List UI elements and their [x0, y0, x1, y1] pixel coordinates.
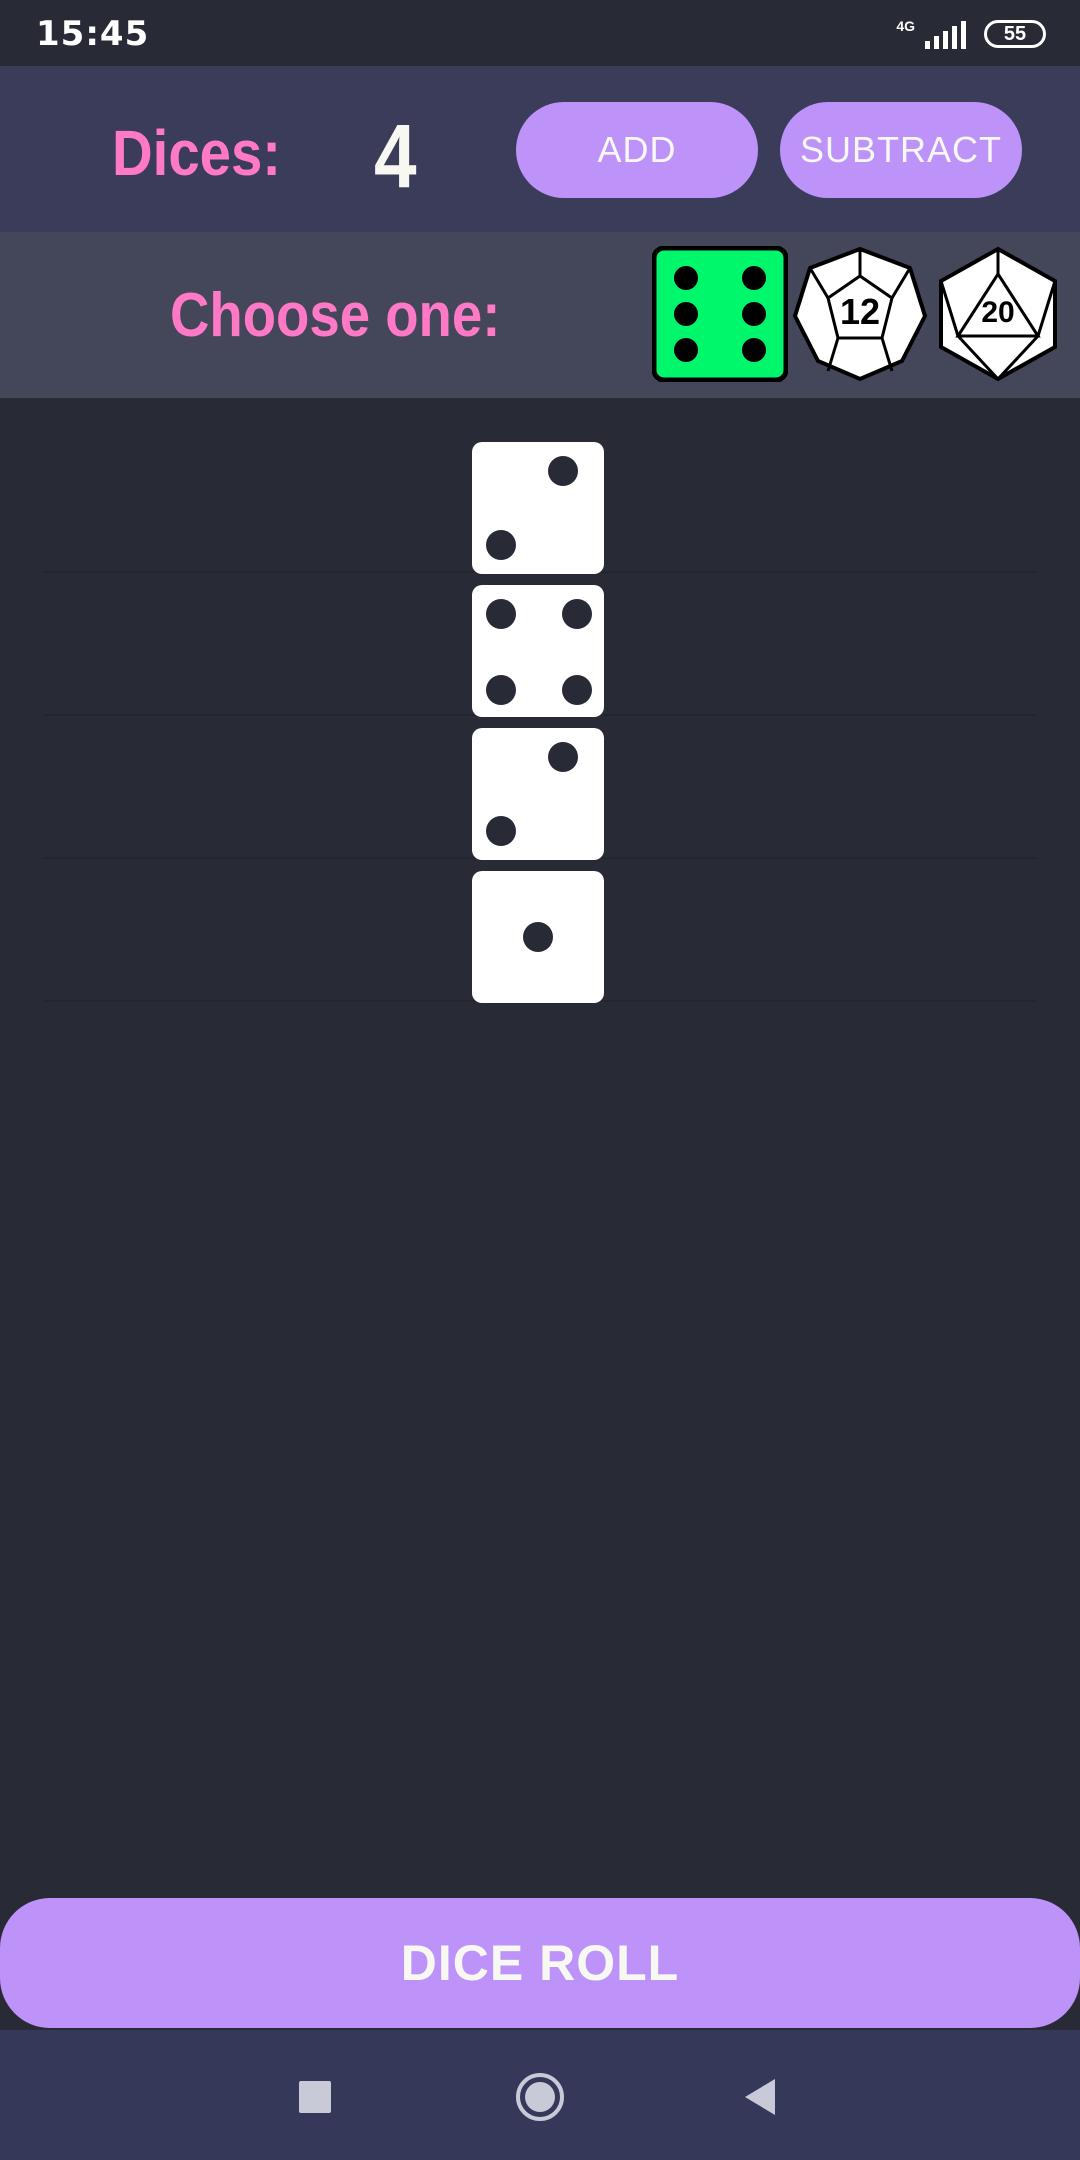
dice-result-row	[44, 430, 1036, 574]
die-face-2	[472, 442, 604, 574]
status-time: 15:45	[36, 14, 150, 54]
die-pip	[562, 599, 592, 629]
dice-results-list	[44, 430, 1036, 1003]
d20-choice-icon[interactable]: 20	[930, 246, 1066, 382]
home-icon[interactable]	[513, 2070, 567, 2124]
die-pip	[486, 599, 516, 629]
add-button[interactable]: ADD	[516, 102, 758, 198]
die-face-1	[472, 871, 604, 1003]
subtract-button[interactable]: SUBTRACT	[780, 102, 1022, 198]
d20-face-number: 20	[981, 296, 1014, 329]
die-face-2	[472, 728, 604, 860]
choose-label: Choose one:	[170, 281, 501, 350]
recent-apps-icon[interactable]	[288, 2070, 342, 2124]
die-pip	[486, 675, 516, 705]
dice-type-chooser: Choose one: 12 20	[0, 232, 1080, 398]
die-pip	[562, 675, 592, 705]
signal-icon	[925, 19, 966, 49]
back-icon[interactable]	[734, 2070, 788, 2124]
dice-result-row	[44, 716, 1036, 860]
network-type: 4G	[896, 18, 915, 34]
die-face-4	[472, 585, 604, 717]
die-pip	[548, 456, 578, 486]
navigation-bar	[0, 2030, 1080, 2160]
dice-result-row	[44, 573, 1036, 717]
status-bar: 15:45 4G 55	[0, 0, 1080, 66]
battery-icon: 55	[984, 20, 1046, 48]
die-pip	[486, 816, 516, 846]
die-pip	[548, 742, 578, 772]
die-pip	[486, 530, 516, 560]
dice-count-value: 4	[374, 107, 417, 207]
dices-label: Dices:	[112, 117, 282, 189]
dice-count-header: Dices: 4 ADD SUBTRACT	[0, 66, 1080, 232]
d12-choice-icon[interactable]: 12	[792, 246, 928, 382]
d12-face-number: 12	[840, 291, 880, 332]
dice-roll-button[interactable]: DICE ROLL	[0, 1898, 1080, 2028]
d6-choice-icon[interactable]	[652, 246, 788, 382]
dice-result-row	[44, 859, 1036, 1003]
status-icons: 4G 55	[888, 14, 1046, 54]
battery-level: 55	[1003, 22, 1027, 45]
die-pip	[523, 922, 553, 952]
